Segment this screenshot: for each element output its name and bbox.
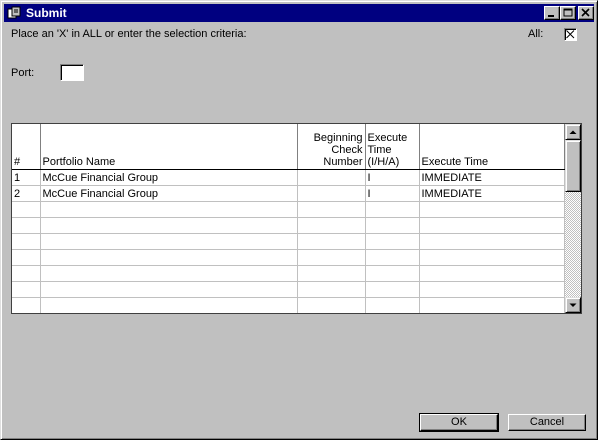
cell-beginning-check-number[interactable] [297,233,366,250]
cell-beginning-check-number[interactable] [297,185,366,202]
cell-execute-time-code[interactable]: I [365,169,420,186]
cell-number[interactable]: 2 [12,185,41,202]
cell-portfolio-name[interactable] [40,265,298,282]
cell-number[interactable] [12,201,41,218]
cell-portfolio-name[interactable] [40,233,298,250]
scroll-up-button[interactable] [565,124,581,140]
arrow-up-icon [569,130,577,134]
column-header-number[interactable]: # [12,124,41,170]
table-row[interactable]: 2 McCue Financial Group I IMMEDIATE [12,185,565,202]
cell-beginning-check-number[interactable] [297,265,366,282]
cell-number[interactable] [12,281,41,298]
column-header-execute-time[interactable]: Execute Time [419,124,565,170]
maximize-icon [563,8,573,17]
table-row[interactable] [12,249,565,266]
portfolio-table: # Portfolio Name Beginning Check Number … [12,124,565,313]
arrow-down-icon [569,303,577,307]
cell-beginning-check-number[interactable] [297,217,366,234]
portfolio-grid[interactable]: # Portfolio Name Beginning Check Number … [11,123,582,314]
cell-portfolio-name[interactable] [40,217,298,234]
cell-execute-time-code[interactable]: I [365,185,420,202]
cell-execute-time-code[interactable] [365,265,420,282]
cell-execute-time[interactable] [419,201,565,218]
table-row[interactable] [12,297,565,313]
ok-button[interactable]: OK [419,413,499,432]
cell-execute-time[interactable] [419,297,565,313]
window-title: Submit [26,6,67,20]
scroll-thumb[interactable] [565,140,581,192]
cell-execute-time-code[interactable] [365,249,420,266]
cell-execute-time-code[interactable] [365,233,420,250]
cell-beginning-check-number[interactable] [297,169,366,186]
table-row[interactable] [12,265,565,282]
cell-execute-time-code[interactable] [365,217,420,234]
submit-window: Submit Place an 'X' in ALL or enter the … [0,0,598,440]
cell-execute-time-code[interactable] [365,281,420,298]
cell-portfolio-name[interactable]: McCue Financial Group [40,169,298,186]
cell-portfolio-name[interactable] [40,201,298,218]
cell-number[interactable] [12,297,41,313]
instruction-label: Place an 'X' in ALL or enter the selecti… [11,28,247,40]
x-mark-icon [566,30,575,39]
column-header-execute-time-code[interactable]: Execute Time (I/H/A) [365,124,420,170]
title-bar[interactable]: Submit [4,4,594,22]
cell-portfolio-name[interactable]: McCue Financial Group [40,185,298,202]
port-input[interactable] [60,64,84,81]
header-row: # Portfolio Name Beginning Check Number … [12,124,565,170]
cell-portfolio-name[interactable] [40,281,298,298]
cell-execute-time[interactable] [419,265,565,282]
table-row[interactable] [12,281,565,298]
minimize-icon [548,15,554,17]
submit-app-icon [7,6,21,19]
maximize-button[interactable] [560,6,576,20]
cell-execute-time-code[interactable] [365,201,420,218]
table-row[interactable] [12,233,565,250]
close-icon [581,8,590,17]
minimize-button[interactable] [544,6,560,20]
cancel-button[interactable]: Cancel [508,414,586,431]
cell-number[interactable] [12,265,41,282]
cell-number[interactable] [12,249,41,266]
cell-execute-time[interactable]: IMMEDIATE [419,185,565,202]
cell-portfolio-name[interactable] [40,249,298,266]
scroll-down-button[interactable] [565,297,581,313]
cell-beginning-check-number[interactable] [297,297,366,313]
cell-execute-time-code[interactable] [365,297,420,313]
cell-beginning-check-number[interactable] [297,249,366,266]
all-checkbox[interactable] [564,28,577,41]
column-header-portfolio-name[interactable]: Portfolio Name [40,124,298,170]
cell-number[interactable] [12,217,41,234]
cell-beginning-check-number[interactable] [297,281,366,298]
cell-number[interactable] [12,233,41,250]
all-label: All: [528,28,544,40]
cell-beginning-check-number[interactable] [297,201,366,218]
cell-execute-time[interactable] [419,281,565,298]
cell-execute-time[interactable] [419,249,565,266]
port-label: Port: [11,67,35,79]
cell-number[interactable]: 1 [12,169,41,186]
cell-execute-time[interactable] [419,217,565,234]
table-row[interactable]: 1 McCue Financial Group I IMMEDIATE [12,169,565,186]
table-row[interactable] [12,201,565,218]
close-button[interactable] [578,6,594,20]
cell-execute-time[interactable] [419,233,565,250]
column-header-beginning-check-number[interactable]: Beginning Check Number [297,124,366,170]
table-row[interactable] [12,217,565,234]
vertical-scrollbar[interactable] [565,124,581,313]
cell-execute-time[interactable]: IMMEDIATE [419,169,565,186]
cell-portfolio-name[interactable] [40,297,298,313]
